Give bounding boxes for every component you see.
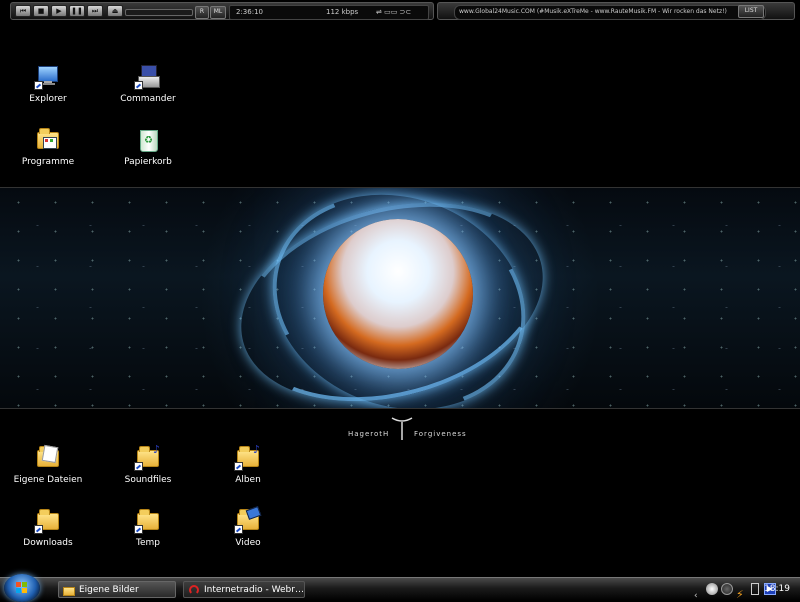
stop-button[interactable]: ■ [33,5,49,17]
clock[interactable]: 18:19 [764,583,790,596]
logo-glyph [391,417,413,440]
shuffle-button[interactable]: R [195,6,209,19]
network-icon[interactable] [706,583,718,595]
desktop-icon-label: Downloads [23,538,73,548]
logo-right-text: Forgiveness [414,430,467,438]
desktop-icon-label: Commander [120,94,176,104]
desktop-icon-video[interactable]: Video [208,506,288,549]
music-folder-icon: ♪ [134,443,161,471]
eject-button[interactable]: ⏏ [107,5,123,17]
repeat-button[interactable]: ML [210,6,226,19]
media-player-bar: ⏮ ■ ▶ ❚❚ ⏭ ⏏ R ML 2:36:10 112 kbps ⇌ ▭▭ … [10,2,434,20]
folder-icon [34,507,61,534]
now-playing-marquee[interactable]: www.Global24Music.COM (#Musik.eXTreMe - … [454,5,766,20]
pause-button[interactable]: ❚❚ [69,5,85,17]
desktop-icon-label: Alben [235,475,261,485]
desktop-icon-label: Papierkorb [124,157,172,167]
wallpaper-logo: HagerotH Forgiveness [342,417,466,442]
explorer-icon [34,63,61,90]
windows-logo-icon [16,582,28,594]
desktop-icon-papierkorb[interactable]: ♻ Papierkorb [108,126,188,168]
desktop-icon-label: Explorer [29,94,67,104]
recycle-bin-icon: ♻ [135,126,161,152]
desktop-icon-explorer[interactable]: Explorer [8,63,88,105]
lightning-icon[interactable]: ⚡ [736,583,748,601]
glowing-orb [323,219,473,369]
desktop-icon-eigene-dateien[interactable]: Eigene Dateien [8,444,88,486]
desktop-icon-temp[interactable]: Temp [108,507,188,549]
bitrate-display: 112 kbps [326,8,359,16]
video-folder-icon [234,506,262,534]
desktop-icon-commander[interactable]: Commander [108,63,188,105]
music-folder-icon: ♪ [234,443,261,471]
device-icon[interactable] [751,583,759,595]
desktop-icon-label: Eigene Dateien [13,475,83,485]
system-tray: ‹ ⚡ ▶ 18:19 [694,581,798,601]
banner-bottom-line [0,408,800,409]
taskbar-item-label: Internetradio - Webr… [204,585,304,595]
desktop-icon-alben[interactable]: ♪ Alben [208,443,288,486]
desktop-icon-label: Temp [136,538,160,548]
play-button[interactable]: ▶ [51,5,67,17]
desktop-icon-label: Programme [21,157,75,167]
previous-button[interactable]: ⏮ [15,5,31,17]
taskbar-item-label: Eigene Bilder [79,585,139,595]
list-button[interactable]: LIST [738,5,764,18]
speaker-icon[interactable] [721,583,733,595]
folder-icon [134,507,161,534]
next-button[interactable]: ⏭ [87,5,103,17]
desktop-icon-label: Video [235,538,261,548]
playlist-bar: www.Global24Music.COM (#Musik.eXTreMe - … [437,2,795,20]
chevron-left-icon[interactable]: ‹ [694,583,706,601]
desktop-icon-soundfiles[interactable]: ♪ Soundfiles [108,443,188,486]
logo-left-text: HagerotH [348,430,390,438]
time-display: 2:36:10 [236,8,263,16]
banner-top-line [0,187,800,188]
folder-icon [63,584,75,596]
now-playing-text: www.Global24Music.COM (#Musik.eXTreMe - … [459,8,727,15]
my-documents-icon [35,444,61,470]
equalizer-icons: ⇌ ▭▭ ⊃⊂ [376,8,412,16]
taskbar-item-eigene-bilder[interactable]: Eigene Bilder [58,581,176,598]
desktop-icon-label: Soundfiles [124,475,172,485]
taskbar-item-internetradio[interactable]: Internetradio - Webr… [183,581,305,598]
player-display: 2:36:10 112 kbps ⇌ ▭▭ ⊃⊂ [229,5,429,20]
desktop-icon-downloads[interactable]: Downloads [8,507,88,549]
desktop-icon-programme[interactable]: Programme [8,126,88,168]
volume-slider[interactable] [125,9,193,16]
taskbar: Eigene Bilder Internetradio - Webr… ‹ ⚡ … [0,574,800,602]
radio-icon [188,584,200,596]
programs-folder-icon [35,126,61,152]
wallpaper-banner [0,188,800,408]
start-button[interactable] [4,574,40,602]
commander-icon [134,63,161,90]
